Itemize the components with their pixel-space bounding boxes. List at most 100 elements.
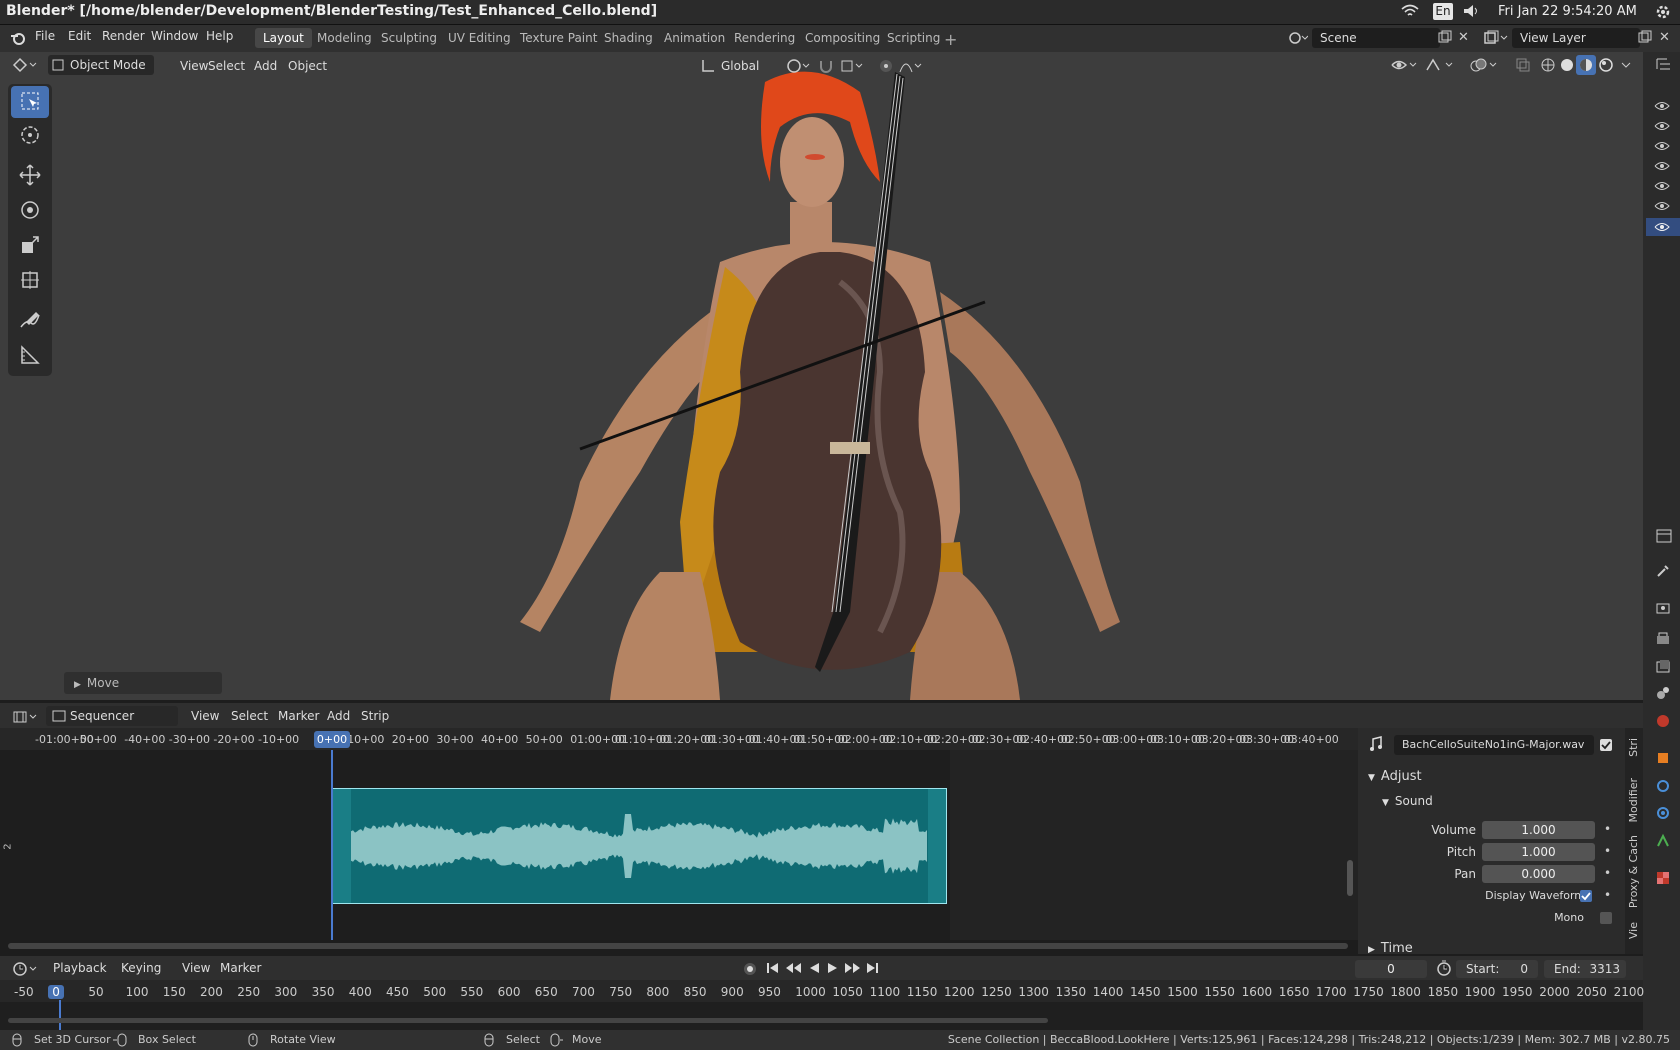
physics-properties-icon[interactable] xyxy=(1655,805,1671,824)
pitch-field[interactable]: 1.000 xyxy=(1482,843,1595,861)
tool-measure[interactable] xyxy=(11,340,49,372)
scene-name-field[interactable]: Scene xyxy=(1312,28,1440,48)
sidebar-tab-strip-props[interactable]: Stri xyxy=(1627,738,1640,757)
texture-properties-icon[interactable] xyxy=(1655,870,1671,889)
timeline-keyframes-area[interactable] xyxy=(0,1002,1643,1030)
tab-scripting[interactable]: Scripting xyxy=(879,28,948,48)
seq-menu-select[interactable]: Select xyxy=(226,706,273,726)
gizmo-icon[interactable] xyxy=(1424,57,1464,76)
tool-properties-icon[interactable] xyxy=(1655,563,1671,582)
tab-uv-editing[interactable]: UV Editing xyxy=(440,28,519,48)
modifier-properties-icon[interactable] xyxy=(1655,778,1671,797)
shading-options-icon[interactable] xyxy=(1620,57,1632,76)
shading-solid-icon[interactable] xyxy=(1559,57,1575,76)
sidebar-tab-proxy-cache[interactable]: Proxy & Cach xyxy=(1627,835,1640,908)
current-frame-field[interactable]: 0 xyxy=(1355,960,1427,978)
play-reverse-icon[interactable] xyxy=(807,961,821,978)
tab-shading[interactable]: Shading xyxy=(596,28,661,48)
view-layer-field[interactable]: View Layer xyxy=(1512,28,1640,48)
keyframe-dot-icon[interactable]: • xyxy=(1604,888,1611,902)
new-scene-icon[interactable] xyxy=(1438,30,1452,47)
pivot-point-icon[interactable] xyxy=(786,58,812,77)
timeline-playhead[interactable] xyxy=(59,1000,61,1030)
mono-checkbox[interactable] xyxy=(1600,912,1612,924)
tab-sculpting[interactable]: Sculpting xyxy=(373,28,445,48)
menu-object[interactable]: Object xyxy=(283,56,332,76)
volume-icon[interactable] xyxy=(1463,4,1481,22)
keyframe-dot-icon[interactable]: • xyxy=(1604,866,1611,880)
xray-icon[interactable] xyxy=(1515,57,1531,76)
visibility-eye-icon[interactable] xyxy=(1654,100,1670,115)
tool-move[interactable] xyxy=(11,160,49,192)
tab-layout[interactable]: Layout xyxy=(255,28,312,48)
seq-menu-view[interactable]: View xyxy=(186,706,224,726)
new-view-layer-icon[interactable] xyxy=(1638,30,1652,47)
last-operator-panel[interactable]: ▶ Move xyxy=(64,672,222,694)
timeline-editor-type-icon[interactable] xyxy=(12,961,42,980)
language-indicator[interactable]: En xyxy=(1433,3,1453,20)
start-frame-field[interactable]: Start: 0 xyxy=(1456,960,1538,978)
seq-menu-add[interactable]: Add xyxy=(322,706,355,726)
snap-target-icon[interactable] xyxy=(840,58,866,77)
sequencer-current-time[interactable]: 0+00 xyxy=(314,731,350,748)
tab-texture-paint[interactable]: Texture Paint xyxy=(512,28,605,48)
sidebar-tab-view[interactable]: Vie xyxy=(1627,922,1640,939)
editor-type-icon[interactable] xyxy=(12,57,42,76)
jump-to-end-icon[interactable] xyxy=(866,961,880,978)
jump-to-keyframe-forward-icon[interactable] xyxy=(844,961,862,978)
blender-logo-icon[interactable] xyxy=(10,30,26,49)
preview-range-icon[interactable] xyxy=(1436,960,1452,979)
sequencer-playhead[interactable] xyxy=(331,750,333,940)
seq-menu-strip[interactable]: Strip xyxy=(356,706,394,726)
scene-properties-icon[interactable] xyxy=(1655,685,1671,704)
menu-file[interactable]: File xyxy=(35,29,55,43)
seq-menu-marker[interactable]: Marker xyxy=(273,706,324,726)
visibility-eye-icon[interactable] xyxy=(1654,120,1670,135)
menu-help[interactable]: Help xyxy=(206,29,233,43)
scene-browse-icon[interactable] xyxy=(1288,30,1309,49)
menu-add[interactable]: Add xyxy=(249,56,282,76)
menu-render[interactable]: Render xyxy=(102,29,145,43)
object-data-properties-icon[interactable] xyxy=(1655,833,1671,852)
menu-window[interactable]: Window xyxy=(151,29,198,43)
shading-rendered-icon[interactable] xyxy=(1598,57,1614,76)
tl-menu-marker[interactable]: Marker xyxy=(215,958,266,978)
outliner-editor-icon[interactable] xyxy=(1655,56,1675,75)
tool-transform[interactable] xyxy=(11,265,49,297)
tool-scale[interactable] xyxy=(11,230,49,262)
tab-compositing[interactable]: Compositing xyxy=(797,28,888,48)
add-workspace-icon[interactable]: + xyxy=(944,30,957,49)
strip-name-field[interactable]: BachCelloSuiteNo1inG-Major.wav xyxy=(1394,735,1594,755)
visibility-eye-icon[interactable] xyxy=(1654,160,1670,175)
visibility-eye-icon[interactable] xyxy=(1646,218,1680,236)
time-panel-header[interactable]: ▶ Time xyxy=(1368,941,1413,956)
sound-strip[interactable] xyxy=(332,788,947,904)
menu-edit[interactable]: Edit xyxy=(68,29,91,43)
world-properties-icon[interactable] xyxy=(1655,713,1671,732)
sidebar-tab-modifiers[interactable]: Modifier xyxy=(1627,778,1640,822)
tab-animation[interactable]: Animation xyxy=(656,28,733,48)
tool-annotate[interactable] xyxy=(11,305,49,337)
jump-to-keyframe-back-icon[interactable] xyxy=(785,961,803,978)
proportional-editing-icon[interactable] xyxy=(878,58,894,77)
visibility-eye-icon[interactable] xyxy=(1654,200,1670,215)
object-properties-icon[interactable] xyxy=(1655,750,1671,769)
sequencer-vertical-scrollbar[interactable] xyxy=(1347,860,1353,896)
properties-editor-icon[interactable] xyxy=(1655,528,1673,547)
record-icon[interactable] xyxy=(742,961,758,980)
output-properties-icon[interactable] xyxy=(1655,630,1671,649)
proportional-falloff-icon[interactable] xyxy=(898,58,924,77)
view-layer-browse-icon[interactable] xyxy=(1484,30,1508,49)
display-waveform-checkbox[interactable] xyxy=(1580,890,1592,902)
menu-select[interactable]: Select xyxy=(203,56,250,76)
jump-to-start-icon[interactable] xyxy=(766,961,780,978)
sound-subpanel-header[interactable]: ▼ Sound xyxy=(1382,794,1433,808)
visibility-eye-icon[interactable] xyxy=(1654,140,1670,155)
render-properties-icon[interactable] xyxy=(1655,600,1671,619)
transform-orientation-dropdown[interactable]: Global xyxy=(716,56,764,76)
sequencer-horizontal-scrollbar[interactable] xyxy=(8,943,1348,949)
system-settings-icon[interactable] xyxy=(1655,4,1671,24)
keyframe-dot-icon[interactable]: • xyxy=(1604,822,1611,836)
tab-modeling[interactable]: Modeling xyxy=(309,28,380,48)
shading-material-icon[interactable] xyxy=(1576,55,1596,75)
